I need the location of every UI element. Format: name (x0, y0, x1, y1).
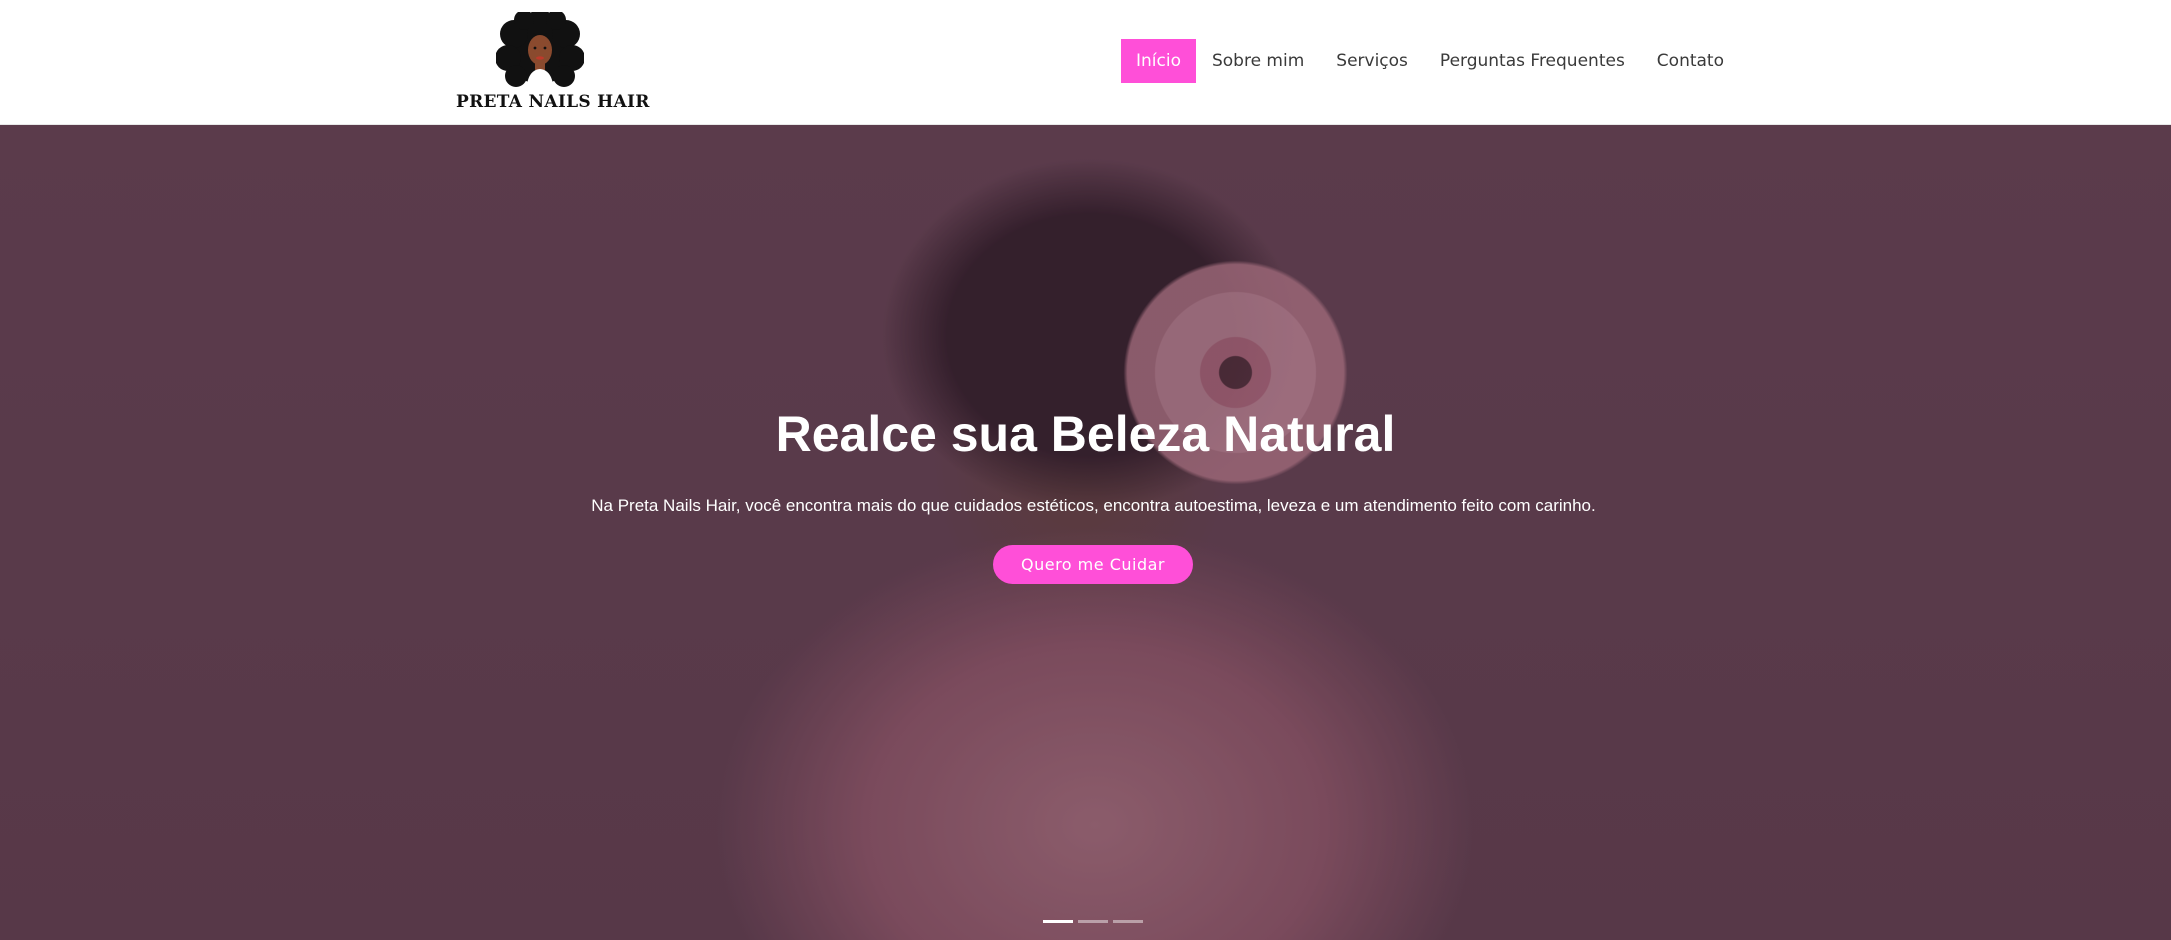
hero-overlay (0, 125, 2171, 940)
site-header: PRETA NAILS HAIR Início Sobre mim Serviç… (0, 0, 2171, 125)
slide-indicator-1[interactable] (1043, 920, 1073, 923)
hero-title: Realce sua Beleza Natural (775, 406, 1396, 462)
nav-item-contato[interactable]: Contato (1641, 39, 1740, 83)
slide-indicator-2[interactable] (1078, 920, 1108, 923)
nav-item-inicio[interactable]: Início (1120, 39, 1196, 83)
slider-indicators (1043, 920, 1143, 923)
cta-button[interactable]: Quero me Cuidar (993, 545, 1193, 584)
hero-subtitle: Na Preta Nails Hair, você encontra mais … (591, 496, 1596, 515)
hero-slider: Realce sua Beleza Natural Na Preta Nails… (0, 125, 2171, 940)
nav-item-servicos[interactable]: Serviços (1320, 39, 1424, 83)
nav-item-perguntas-frequentes[interactable]: Perguntas Frequentes (1424, 39, 1641, 83)
brand-logo[interactable]: PRETA NAILS HAIR (456, 12, 650, 112)
slide-indicator-3[interactable] (1113, 920, 1143, 923)
brand-name: PRETA NAILS HAIR (456, 92, 650, 112)
afro-woman-logo-icon (496, 12, 584, 96)
main-nav: Início Sobre mim Serviços Perguntas Freq… (1120, 39, 1740, 83)
nav-item-sobre-mim[interactable]: Sobre mim (1196, 39, 1320, 83)
